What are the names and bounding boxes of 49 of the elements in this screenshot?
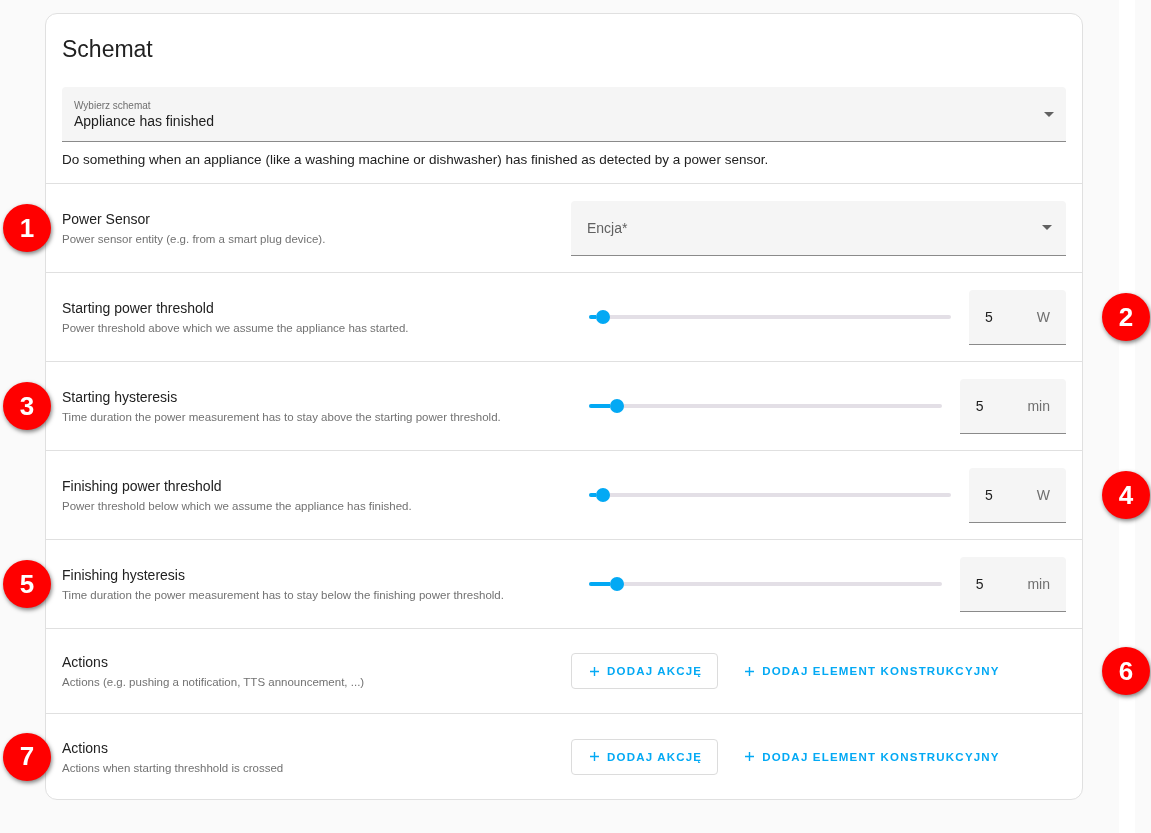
number-badge: 5 <box>3 560 51 608</box>
slider-track[interactable] <box>589 399 942 413</box>
number-field[interactable]: 5 min <box>959 556 1066 612</box>
select-value: Appliance has finished <box>74 112 215 129</box>
input-title: Power Sensor <box>62 211 151 227</box>
input-title: Actions <box>62 654 109 670</box>
plus-icon <box>590 666 599 676</box>
slider-fill <box>589 315 597 319</box>
input-description: Actions (e.g. pushing a notification, TTS announcement, ...) <box>62 676 366 688</box>
slider-track[interactable] <box>589 577 942 591</box>
slider-track[interactable] <box>589 488 951 502</box>
input-description: Time duration the power measurement has to stay below the finishing power threshold. <box>62 589 505 601</box>
input-title: Starting power threshold <box>62 300 215 316</box>
number-field[interactable]: 5 min <box>959 378 1066 434</box>
number-badge: 4 <box>1102 471 1150 519</box>
number-badge: 6 <box>1102 647 1150 695</box>
input-description: Actions when starting threshhold is crossed <box>62 761 285 774</box>
input-title: Finishing power threshold <box>62 478 223 494</box>
slider-fill <box>589 404 611 408</box>
number-field[interactable]: 5 W <box>969 467 1066 523</box>
input-description: Power sensor entity (e.g. from a smart plug device). <box>62 233 327 245</box>
slider-fill <box>589 582 611 586</box>
number-badge: 7 <box>3 732 51 781</box>
input-description: Power threshold below which we assume the appliance has finished. <box>62 500 413 512</box>
blueprint-description: Do something when an appliance (like a washing machine or dishwasher) has finished as detected by a power sensor. <box>62 152 770 167</box>
blueprint-select[interactable]: Wybierz schemat Appliance has finished <box>62 87 1066 142</box>
input-title: Actions <box>62 739 109 756</box>
entity-select[interactable]: Encja* <box>571 200 1066 256</box>
number-badge: 2 <box>1102 293 1150 341</box>
select-label: Wybierz schemat <box>74 99 152 111</box>
slider-track[interactable] <box>589 310 951 324</box>
dropdown-arrow-icon <box>1044 111 1054 117</box>
dropdown-arrow-icon <box>1042 225 1052 230</box>
input-description: Power threshold above which we assume the appliance has started. <box>62 322 410 334</box>
number-badge: 1 <box>3 204 51 252</box>
card-title: Schemat <box>62 36 154 63</box>
plus-icon <box>745 752 755 761</box>
slider-thumb[interactable] <box>610 577 625 591</box>
input-description: Time duration the power measurement has to stay above the starting power threshold. <box>62 411 502 423</box>
input-title: Finishing hysteresis <box>62 567 186 583</box>
slider-thumb[interactable] <box>596 310 611 324</box>
plus-icon <box>745 666 755 676</box>
slider-thumb[interactable] <box>596 488 611 502</box>
number-field[interactable]: 5 W <box>969 289 1066 345</box>
input-title: Starting hysteresis <box>62 389 179 405</box>
plus-icon <box>590 752 599 761</box>
number-badge: 3 <box>3 382 51 430</box>
slider-fill <box>589 493 597 497</box>
slider-thumb[interactable] <box>610 399 625 413</box>
